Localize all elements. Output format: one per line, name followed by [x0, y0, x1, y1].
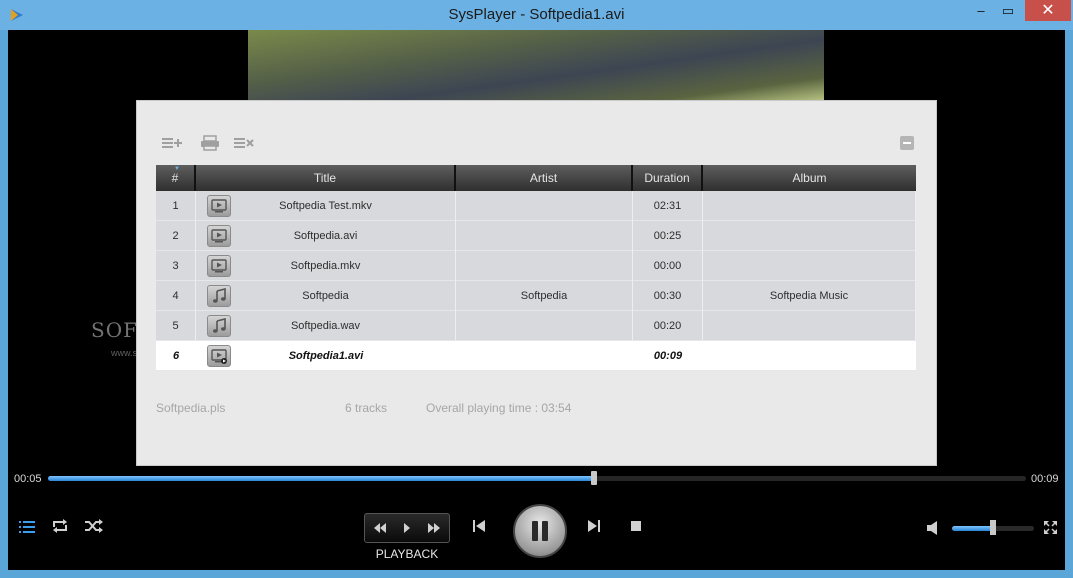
track-duration: 00:00	[633, 251, 703, 281]
track-album	[703, 311, 916, 341]
table-row[interactable]: 2 Softpedia.avi 00:25	[156, 221, 916, 251]
sort-arrow-icon: ▼	[174, 166, 180, 172]
table-header: ▼ # Title Artist Duration Album	[156, 165, 916, 191]
track-title: Softpedia Test.mkv	[196, 191, 456, 221]
seek-bar-handle[interactable]	[590, 471, 597, 485]
close-button[interactable]: ✕	[1025, 0, 1071, 21]
track-artist	[456, 311, 633, 341]
stop-icon[interactable]	[630, 520, 642, 532]
collapse-playlist-icon[interactable]	[899, 135, 915, 151]
fast-forward-icon[interactable]	[425, 520, 443, 536]
track-artist	[456, 221, 633, 251]
track-title: Softpedia.mkv	[196, 251, 456, 281]
track-number: 5	[156, 311, 196, 341]
column-header-duration[interactable]: Duration	[633, 165, 703, 191]
current-time: 00:05	[14, 473, 42, 485]
track-number: 1	[156, 191, 196, 221]
seek-bar-progress	[48, 476, 594, 481]
track-album	[703, 341, 916, 371]
rewind-icon[interactable]	[371, 520, 389, 536]
track-count: 6 tracks	[345, 401, 388, 415]
track-duration: 00:30	[633, 281, 703, 311]
track-number: 2	[156, 221, 196, 251]
column-header-artist[interactable]: Artist	[456, 165, 633, 191]
playback-label: PLAYBACK	[375, 547, 439, 561]
table-row[interactable]: 5 Softpedia.wav 00:20	[156, 311, 916, 341]
track-album	[703, 221, 916, 251]
table-row[interactable]: 3 Softpedia.mkv 00:00	[156, 251, 916, 281]
play-icon[interactable]	[398, 520, 416, 536]
column-header-title[interactable]: Title	[196, 165, 456, 191]
add-to-playlist-icon[interactable]	[161, 135, 183, 151]
volume-slider-handle[interactable]	[990, 520, 996, 535]
playlist-table: ▼ # Title Artist Duration Album 1 Softped…	[156, 165, 916, 371]
playback-speed-group	[364, 513, 450, 543]
pause-button[interactable]	[513, 504, 567, 558]
maximize-button[interactable]: ▭	[994, 0, 1022, 22]
track-artist	[456, 251, 633, 281]
table-row-current[interactable]: 6 Softpedia1.avi 00:09	[156, 341, 916, 371]
track-duration: 02:31	[633, 191, 703, 221]
track-album	[703, 251, 916, 281]
title-bar: SysPlayer - Softpedia1.avi – ▭ ✕	[0, 0, 1073, 30]
table-row[interactable]: 1 Softpedia Test.mkv 02:31	[156, 191, 916, 221]
print-icon[interactable]	[199, 135, 221, 151]
volume-slider[interactable]	[952, 520, 1034, 535]
track-artist: Softpedia	[456, 281, 633, 311]
pause-icon	[532, 521, 548, 541]
track-album	[703, 191, 916, 221]
track-title: Softpedia1.avi	[288, 350, 364, 362]
volume-icon[interactable]	[926, 521, 940, 535]
previous-track-icon[interactable]	[471, 518, 487, 534]
video-display[interactable]	[248, 30, 824, 100]
column-header-album[interactable]: Album	[703, 165, 916, 191]
track-artist	[456, 341, 633, 371]
track-duration: 00:20	[633, 311, 703, 341]
shuffle-icon[interactable]	[84, 518, 104, 534]
volume-level	[952, 526, 993, 531]
table-row[interactable]: 4 Softpedia Softpedia 00:30 Softpedia Music	[156, 281, 916, 311]
minimize-button[interactable]: –	[968, 0, 994, 22]
track-title: Softpedia	[196, 281, 456, 311]
column-header-number[interactable]: ▼ #	[156, 165, 196, 191]
seek-bar[interactable]	[48, 471, 1026, 485]
remove-from-playlist-icon[interactable]	[233, 135, 255, 151]
track-title: Softpedia.avi	[196, 221, 456, 251]
track-album: Softpedia Music	[703, 281, 916, 311]
track-duration: 00:09	[653, 350, 683, 362]
track-number: 4	[156, 281, 196, 311]
fullscreen-icon[interactable]	[1043, 520, 1058, 535]
track-number: 6	[172, 350, 180, 362]
track-list: 1 Softpedia Test.mkv 02:31 2 Softpedia.avi 00…	[156, 191, 916, 371]
player-area: SOFTPEDIA www.softpedia.com ▼ # Titl	[8, 30, 1065, 570]
repeat-icon[interactable]	[51, 518, 69, 534]
playlist-filename: Softpedia.pls	[156, 401, 226, 415]
track-number: 3	[156, 251, 196, 281]
track-artist	[456, 191, 633, 221]
total-time: 00:09	[1031, 473, 1059, 485]
total-playing-time: Overall playing time : 03:54	[426, 401, 572, 415]
playlist-toggle-icon[interactable]	[18, 519, 36, 535]
window-title: SysPlayer - Softpedia1.avi	[448, 6, 625, 23]
track-duration: 00:25	[633, 221, 703, 251]
next-track-icon[interactable]	[586, 518, 602, 534]
track-title: Softpedia.wav	[196, 311, 456, 341]
playlist-panel: ▼ # Title Artist Duration Album 1 Softped…	[136, 100, 937, 466]
